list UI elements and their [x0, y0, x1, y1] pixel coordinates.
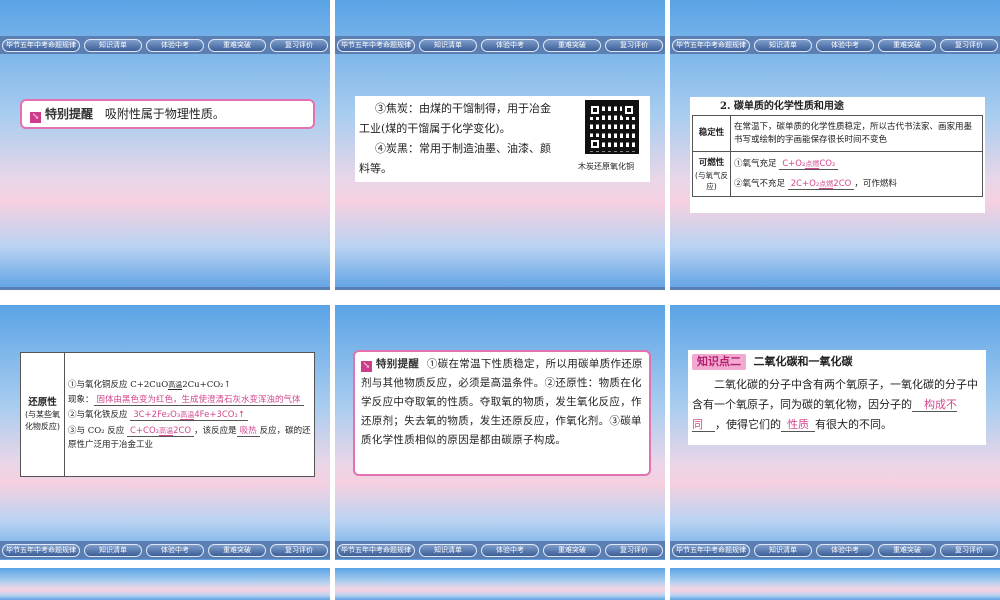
nav-exam-pattern-button[interactable]: 毕节五年中考命题规律 — [337, 289, 415, 290]
nav-knowledge-list-button[interactable]: 知识清单 — [419, 543, 477, 557]
nav-exam-experience-button[interactable]: 体验中考 — [481, 543, 539, 557]
section-title: 二氧化碳和一氧化碳 — [753, 355, 853, 368]
nav-review-button[interactable]: 复习评价 — [270, 38, 328, 52]
section-heading: 2. 碳单质的化学性质和用途 — [720, 101, 844, 112]
special-reminder-box: ↘ 特别提醒 ①碳在常温下性质稳定，所以用碳单质作还原剂与其他物质反应，必须是高温… — [353, 350, 651, 476]
nav-exam-pattern-button[interactable]: 毕节五年中考命题规律 — [337, 38, 415, 52]
nav-review-button[interactable]: 复习评价 — [940, 289, 998, 290]
phenomenon-answer: 固体由黑色变为红色，生成使澄清石灰水变浑浊的气体 — [93, 395, 304, 406]
nav-knowledge-list-button[interactable]: 知识清单 — [419, 38, 477, 52]
nav-exam-experience-button[interactable]: 体验中考 — [816, 38, 874, 52]
nav-exam-pattern-button[interactable]: 毕节五年中考命题规律 — [672, 289, 750, 290]
nav-key-difficulty-button[interactable]: 重难突破 — [208, 289, 266, 290]
row-content: 在常温下，碳单质的化学性质稳定，所以古代书法家、画家用墨书写或绘制的字画能保存很… — [730, 115, 983, 152]
chemical-properties-card: 2. 碳单质的化学性质和用途 稳定性 在常温下，碳单质的化学性质稳定，所以古代书… — [690, 97, 985, 213]
nav-knowledge-list-button[interactable]: 知识清单 — [419, 289, 477, 290]
nav-exam-experience-button[interactable]: 体验中考 — [146, 543, 204, 557]
slide-thumbnail-2[interactable]: 毕节五年中考命题规律 知识清单 体验中考 重难突破 复习评价 ③焦炭：由煤的干馏… — [335, 0, 665, 290]
nav-knowledge-list-button[interactable]: 知识清单 — [84, 38, 142, 52]
qr-code-icon[interactable] — [585, 100, 639, 154]
arrow-icon: ↘ — [30, 112, 41, 123]
knowledge-point-card: 知识点二 二氧化碳和一氧化碳 二氧化碳的分子中含有两个氧原子，一氧化碳的分子中含… — [688, 350, 986, 445]
slide-nav-bar: 毕节五年中考命题规律 知识清单 体验中考 重难突破 复习评价 — [670, 36, 1000, 54]
tip-label: 特别提醒 — [45, 107, 94, 121]
nav-knowledge-list-button[interactable]: 知识清单 — [754, 38, 812, 52]
slide-thumbnail-4[interactable]: 还原性 (与某些氧化物反应) ①与氧化铜反应 C+2CuO 高温 2Cu+CO₂↑ … — [0, 305, 330, 560]
tip-text: ①碳在常温下性质稳定，所以用碳单质作还原剂与其他物质反应，必须是高温条件。②还原… — [361, 358, 643, 446]
nav-review-button[interactable]: 复习评价 — [605, 543, 663, 557]
nav-knowledge-list-button[interactable]: 知识清单 — [754, 543, 812, 557]
nav-exam-pattern-button[interactable]: 毕节五年中考命题规律 — [2, 289, 80, 290]
nav-key-difficulty-button[interactable]: 重难突破 — [878, 289, 936, 290]
nav-exam-experience-button[interactable]: 体验中考 — [481, 38, 539, 52]
nav-exam-experience-button[interactable]: 体验中考 — [481, 289, 539, 290]
slide-thumbnail-8[interactable] — [335, 568, 665, 600]
nav-exam-experience-button[interactable]: 体验中考 — [146, 289, 204, 290]
nav-key-difficulty-button[interactable]: 重难突破 — [878, 543, 936, 557]
nav-exam-experience-button[interactable]: 体验中考 — [816, 543, 874, 557]
knowledge-point-tag: 知识点二 — [692, 354, 746, 370]
slide-nav-bar: 毕节五年中考命题规律 知识清单 体验中考 重难突破 复习评价 — [670, 287, 1000, 290]
slide-nav-bar: 毕节五年中考命题规律 知识清单 体验中考 重难突破 复习评价 — [0, 36, 330, 54]
nav-key-difficulty-button[interactable]: 重难突破 — [208, 543, 266, 557]
nav-knowledge-list-button[interactable]: 知识清单 — [84, 289, 142, 290]
slide-nav-bar: 毕节五年中考命题规律 知识清单 体验中考 重难突破 复习评价 — [670, 541, 1000, 559]
answer-blank-2: 性质 — [781, 418, 815, 432]
nav-key-difficulty-button[interactable]: 重难突破 — [543, 543, 601, 557]
nav-key-difficulty-button[interactable]: 重难突破 — [543, 38, 601, 52]
row-content: ①与氧化铜反应 C+2CuO 高温 2Cu+CO₂↑ 现象： 固体由黑色变为红色，生成… — [64, 352, 315, 477]
row-label: 还原性 (与某些氧化物反应) — [20, 352, 65, 477]
nav-review-button[interactable]: 复习评价 — [940, 38, 998, 52]
nav-exam-pattern-button[interactable]: 毕节五年中考命题规律 — [672, 38, 750, 52]
row-label: 稳定性 — [692, 115, 731, 152]
slide-thumbnail-6[interactable]: 知识点二 二氧化碳和一氧化碳 二氧化碳的分子中含有两个氧原子，一氧化碳的分子中含… — [670, 305, 1000, 560]
slide-nav-bar: 毕节五年中考命题规律 知识清单 体验中考 重难突破 复习评价 — [335, 541, 665, 559]
slide-thumbnail-5[interactable]: ↘ 特别提醒 ①碳在常温下性质稳定，所以用碳单质作还原剂与其他物质反应，必须是高温… — [335, 305, 665, 560]
arrow-icon: ↘ — [361, 361, 372, 372]
qr-caption: 木炭还原氧化铜 — [578, 161, 634, 172]
nav-review-button[interactable]: 复习评价 — [270, 543, 328, 557]
nav-exam-experience-button[interactable]: 体验中考 — [146, 38, 204, 52]
nav-review-button[interactable]: 复习评价 — [605, 289, 663, 290]
row-label: 可燃性 (与氧气反应) — [692, 151, 731, 197]
tip-label: 特别提醒 — [376, 358, 420, 370]
slide-thumbnail-7[interactable] — [0, 568, 330, 600]
slide-nav-bar: 毕节五年中考命题规律 知识清单 体验中考 重难突破 复习评价 — [335, 36, 665, 54]
nav-exam-pattern-button[interactable]: 毕节五年中考命题规律 — [337, 543, 415, 557]
paragraph: 二氧化碳的分子中含有两个氧原子，一氧化碳的分子中含有一个氧原子，同为碳的氧化物，… — [692, 378, 978, 432]
nav-review-button[interactable]: 复习评价 — [270, 289, 328, 290]
nav-exam-pattern-button[interactable]: 毕节五年中考命题规律 — [2, 543, 80, 557]
nav-knowledge-list-button[interactable]: 知识清单 — [754, 289, 812, 290]
nav-key-difficulty-button[interactable]: 重难突破 — [543, 289, 601, 290]
nav-key-difficulty-button[interactable]: 重难突破 — [878, 38, 936, 52]
slide-thumbnail-3[interactable]: 毕节五年中考命题规律 知识清单 体验中考 重难突破 复习评价 2. 碳单质的化学… — [670, 0, 1000, 290]
reducibility-card: 还原性 (与某些氧化物反应) ①与氧化铜反应 C+2CuO 高温 2Cu+CO₂↑ … — [20, 352, 315, 477]
slide-nav-bar: 毕节五年中考命题规律 知识清单 体验中考 重难突破 复习评价 — [0, 541, 330, 559]
slide-nav-bar: 毕节五年中考命题规律 知识清单 体验中考 重难突破 复习评价 — [0, 287, 330, 290]
table-row: 稳定性 在常温下，碳单质的化学性质稳定，所以古代书法家、画家用墨书写或绘制的字画… — [692, 115, 983, 152]
nav-knowledge-list-button[interactable]: 知识清单 — [84, 543, 142, 557]
nav-exam-pattern-button[interactable]: 毕节五年中考命题规律 — [2, 38, 80, 52]
table-row: 可燃性 (与氧气反应) ①氧气充足 C+O₂ 点燃 CO₂ ②氧气不充足 2C+O₂… — [692, 151, 983, 197]
nav-key-difficulty-button[interactable]: 重难突破 — [208, 38, 266, 52]
nav-review-button[interactable]: 复习评价 — [605, 38, 663, 52]
tip-text: 吸附性属于物理性质。 — [104, 107, 225, 121]
special-reminder-box: ↘ 特别提醒 吸附性属于物理性质。 — [20, 99, 315, 129]
nav-exam-experience-button[interactable]: 体验中考 — [816, 289, 874, 290]
nav-exam-pattern-button[interactable]: 毕节五年中考命题规律 — [672, 543, 750, 557]
row-content: ①氧气充足 C+O₂ 点燃 CO₂ ②氧气不充足 2C+O₂ 点燃 2CO ，可作燃料 — [730, 151, 983, 197]
slide-nav-bar: 毕节五年中考命题规律 知识清单 体验中考 重难突破 复习评价 — [335, 287, 665, 290]
nav-review-button[interactable]: 复习评价 — [940, 543, 998, 557]
slide-thumbnail-1[interactable]: 毕节五年中考命题规律 知识清单 体验中考 重难突破 复习评价 ↘ 特别提醒 吸附性… — [0, 0, 330, 290]
slide-thumbnail-9[interactable] — [670, 568, 1000, 600]
